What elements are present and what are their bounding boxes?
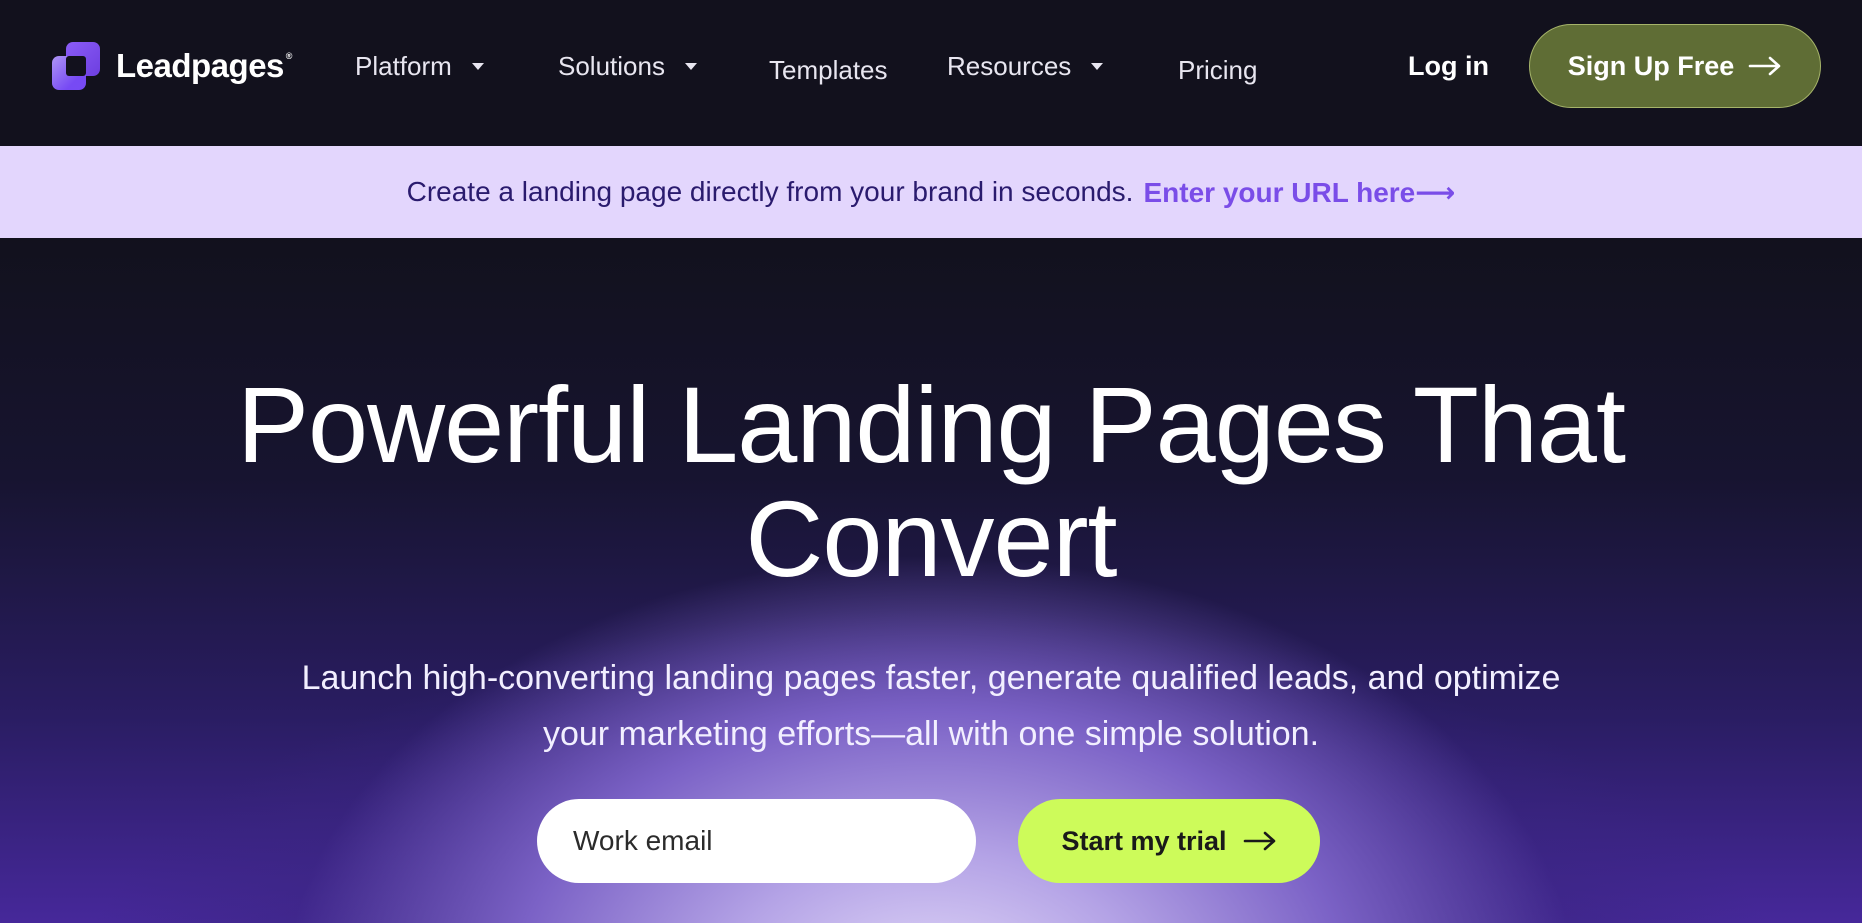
chevron-down-icon	[684, 62, 697, 70]
nav-item-resources[interactable]: Resources	[947, 46, 1104, 86]
leadpages-logo-icon	[50, 40, 102, 92]
nav-item-label: Pricing	[1178, 54, 1258, 85]
nav-item-label: Resources	[947, 50, 1072, 81]
arrow-right-icon	[1748, 56, 1781, 76]
chevron-down-icon	[1091, 62, 1104, 70]
chevron-down-icon	[471, 62, 484, 70]
hero-title: Powerful Landing Pages That Convert	[0, 368, 1862, 596]
sign-up-label: Sign Up Free	[1567, 50, 1735, 81]
hero-subtitle-line: Launch high-converting landing pages fas…	[301, 659, 1561, 697]
hero-subtitle: Launch high-converting landing pages fas…	[0, 650, 1862, 762]
arrow-right-icon	[1243, 831, 1275, 851]
hero-subtitle-line: your marketing efforts—all with one simp…	[542, 715, 1320, 753]
leadpages-logo[interactable]: Leadpages ®	[50, 40, 292, 92]
nav-item-label: Platform	[355, 50, 452, 81]
promo-banner: Create a landing page directly from your…	[0, 146, 1862, 238]
top-navigation: Leadpages ® Platform Solutions Templates …	[0, 0, 1862, 146]
start-trial-button[interactable]: Start my trial	[1018, 799, 1320, 883]
nav-item-pricing[interactable]: Pricing	[1178, 50, 1257, 90]
registered-mark: ®	[285, 51, 293, 61]
nav-item-templates[interactable]: Templates	[769, 50, 888, 90]
enter-url-link[interactable]: Enter your URL here⟶	[1143, 176, 1455, 209]
nav-item-solutions[interactable]: Solutions	[558, 46, 697, 86]
work-email-input[interactable]	[537, 799, 976, 883]
logo-text: Leadpages ®	[116, 47, 292, 84]
nav-item-platform[interactable]: Platform	[355, 46, 484, 86]
sign-up-free-button[interactable]: Sign Up Free	[1529, 24, 1821, 108]
hero-section: Powerful Landing Pages That Convert Laun…	[0, 238, 1862, 923]
nav-item-label: Solutions	[558, 50, 665, 81]
nav-item-label: Templates	[769, 54, 888, 85]
banner-text: Create a landing page directly from your…	[406, 176, 1134, 207]
hero-title-line: Convert	[745, 478, 1117, 599]
login-link[interactable]: Log in	[1408, 46, 1489, 86]
hero-title-line: Powerful Landing Pages That	[237, 364, 1626, 485]
start-trial-label: Start my trial	[1061, 825, 1227, 856]
